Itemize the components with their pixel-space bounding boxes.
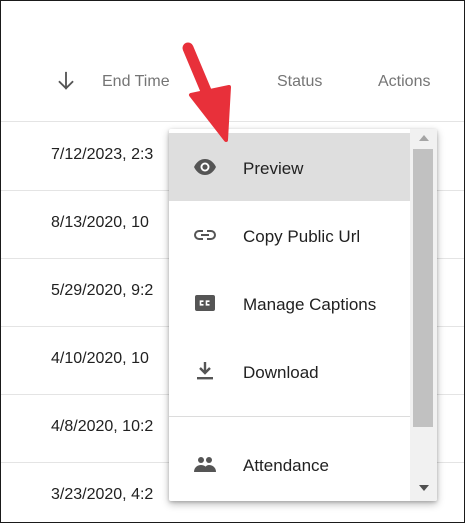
column-header-end-time[interactable]: End Time [102,73,170,91]
column-header-actions: Actions [378,73,431,90]
scrollbar-thumb[interactable] [413,149,433,427]
menu-item-attendance[interactable]: Attendance [169,430,410,498]
recordings-table: End Time Status Actions 7/12/2023, 2:3 8… [0,0,465,523]
eye-icon [194,159,216,175]
end-time-cell: 5/29/2020, 9:2 [51,282,154,299]
link-icon [194,230,216,240]
end-time-cell: 4/10/2020, 10 [51,350,149,367]
people-icon [194,457,216,472]
scroll-down-icon[interactable] [419,485,429,491]
menu-item-copy-public-url[interactable]: Copy Public Url [169,201,410,269]
menu-item-manage-captions[interactable]: Manage Captions [169,269,410,337]
menu-item-label: Copy Public Url [243,227,361,246]
menu-item-preview[interactable]: Preview [169,133,410,201]
end-time-cell: 8/13/2020, 10 [51,214,149,231]
menu-item-label: Manage Captions [243,295,377,314]
column-header-status[interactable]: Status [277,73,322,91]
menu-item-label: Attendance [243,456,330,475]
menu-item-label: Preview [243,159,304,178]
end-time-cell: 4/8/2020, 10:2 [51,418,154,435]
menu-item-label: Download [243,363,319,382]
actions-menu: Preview Copy Public Url Manage Captions … [169,129,437,501]
menu-item-download[interactable]: Download [169,337,410,405]
menu-scrollbar[interactable] [410,129,437,501]
end-time-cell: 7/12/2023, 2:3 [51,146,154,163]
table-header: End Time Status Actions [1,1,464,122]
menu-divider [169,416,410,417]
end-time-cell: 3/23/2020, 4:2 [51,486,154,503]
download-icon [197,362,213,380]
arrow-down-icon[interactable] [55,70,77,92]
closed-captions-icon [195,295,215,311]
scroll-up-icon[interactable] [419,135,429,141]
